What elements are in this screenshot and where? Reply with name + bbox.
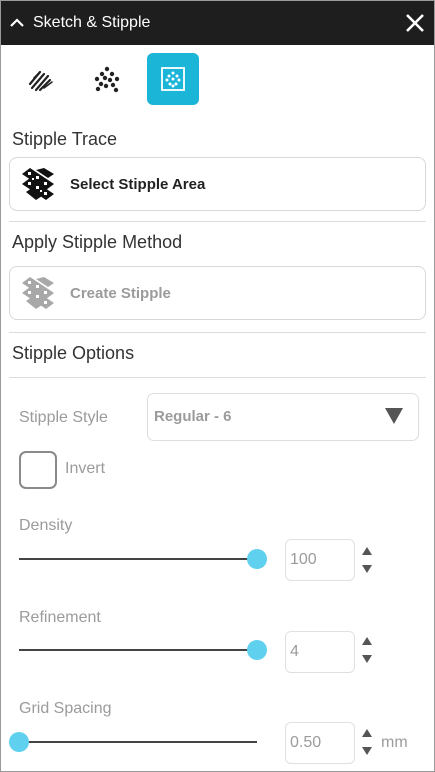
tool-bar	[1, 45, 434, 113]
divider	[9, 221, 426, 222]
grid-spacing-slider-thumb[interactable]	[9, 732, 29, 752]
density-label: Density	[19, 517, 73, 534]
dropdown-arrow-icon	[385, 408, 403, 424]
density-input[interactable]: 100	[285, 539, 355, 581]
refinement-input[interactable]: 4	[285, 631, 355, 673]
stipple-grid-icon	[161, 67, 185, 91]
density-slider[interactable]	[19, 558, 257, 560]
density-slider-thumb[interactable]	[247, 549, 267, 569]
stipple-trace-title: Stipple Trace	[12, 129, 118, 149]
create-stipple-button[interactable]: Create Stipple	[9, 266, 426, 320]
grid-spacing-input[interactable]: 0.50	[285, 722, 355, 764]
density-stepper-icon[interactable]	[361, 545, 373, 575]
invert-checkbox[interactable]	[19, 451, 57, 489]
divider	[9, 377, 426, 378]
refinement-label: Refinement	[19, 609, 101, 626]
panel-title: Sketch & Stipple	[33, 14, 151, 31]
stipple-style-label: Stipple Style	[19, 409, 108, 426]
select-stipple-area-button[interactable]: Select Stipple Area	[9, 157, 426, 211]
divider	[9, 332, 426, 333]
stipple-area-icon	[22, 277, 54, 309]
refinement-stepper-icon[interactable]	[361, 635, 373, 665]
apply-stipple-method-title: Apply Stipple Method	[12, 232, 183, 252]
grid-spacing-slider[interactable]	[19, 741, 257, 743]
stipple-dots-icon	[94, 66, 120, 93]
stipple-style-dropdown[interactable]: Regular - 6	[147, 393, 419, 441]
refinement-slider-thumb[interactable]	[247, 640, 267, 660]
stipple-options-title: Stipple Options	[12, 343, 135, 363]
close-icon[interactable]	[404, 12, 426, 34]
grid-spacing-unit: mm	[381, 734, 408, 751]
stipple-style-value: Regular - 6	[154, 408, 232, 425]
sketch-tool-button[interactable]	[15, 53, 67, 105]
grid-spacing-label: Grid Spacing	[19, 700, 112, 717]
chevron-up-icon[interactable]	[9, 15, 25, 31]
stipple-grid-tool-button[interactable]	[147, 53, 199, 105]
stipple-dots-tool-button[interactable]	[81, 53, 133, 105]
create-stipple-label: Create Stipple	[70, 284, 171, 302]
invert-label: Invert	[65, 460, 106, 477]
sketch-stipple-panel: Sketch & Stipple Stipple Trace Select St…	[0, 0, 435, 772]
title-bar: Sketch & Stipple	[1, 1, 434, 45]
select-stipple-area-label: Select Stipple Area	[70, 175, 206, 193]
stipple-area-icon	[22, 168, 54, 200]
sketch-icon	[28, 70, 53, 92]
grid-spacing-stepper-icon[interactable]	[361, 727, 373, 757]
refinement-slider[interactable]	[19, 649, 257, 651]
